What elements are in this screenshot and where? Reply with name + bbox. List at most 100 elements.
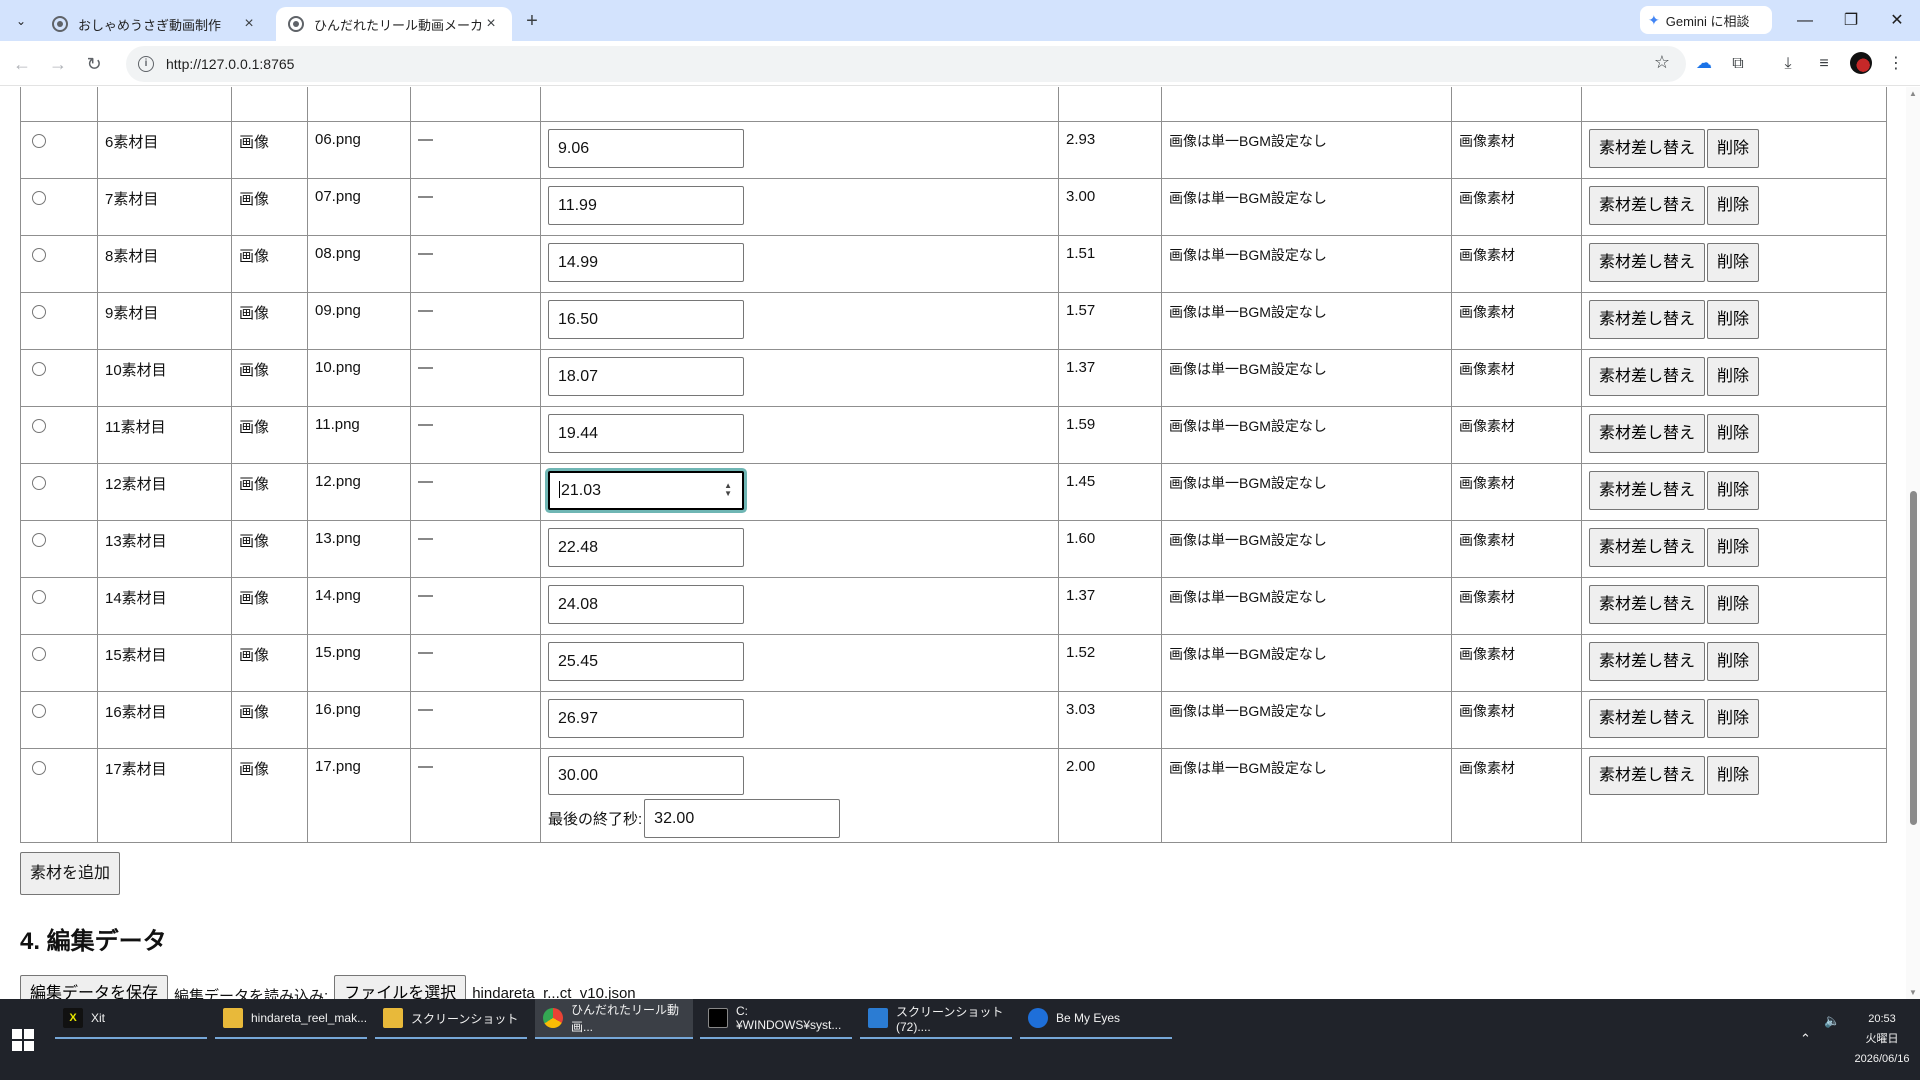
reload-icon[interactable]: ↻: [80, 50, 108, 78]
start-time-input[interactable]: [548, 129, 744, 168]
page-scrollbar[interactable]: ▲ ▼: [1906, 87, 1920, 999]
replace-material-button[interactable]: 素材差し替え: [1589, 243, 1706, 282]
taskbar-item-bemyeyes[interactable]: Be My Eyes: [1020, 999, 1172, 1039]
delete-button[interactable]: 削除: [1707, 642, 1760, 681]
forward-arrow-icon[interactable]: →: [44, 50, 72, 78]
delete-button[interactable]: 削除: [1707, 528, 1760, 567]
close-icon[interactable]: ×: [240, 15, 258, 33]
taskbar-item-snipping[interactable]: スクリーンショット (72)....: [860, 999, 1012, 1039]
windows-start-icon[interactable]: [12, 1029, 34, 1051]
start-time-input[interactable]: [548, 585, 744, 624]
minimize-button[interactable]: —: [1782, 8, 1828, 34]
replace-material-button[interactable]: 素材差し替え: [1589, 357, 1706, 396]
delete-button[interactable]: 削除: [1707, 471, 1760, 510]
replace-material-button[interactable]: 素材差し替え: [1589, 756, 1706, 795]
cloud-icon[interactable]: ☁: [1692, 52, 1716, 76]
profile-avatar[interactable]: [1850, 52, 1872, 74]
select-radio[interactable]: [32, 191, 46, 205]
start-time-input[interactable]: [548, 642, 744, 681]
load-edit-data-label: 編集データを読み込み:: [174, 988, 329, 999]
start-time-input[interactable]: [548, 756, 744, 795]
duration-value: 1.51: [1066, 245, 1096, 262]
select-radio[interactable]: [32, 533, 46, 547]
start-time-input[interactable]: [548, 186, 744, 225]
bgm-value: —: [418, 701, 433, 718]
material-type: 画像: [239, 476, 270, 493]
select-radio[interactable]: [32, 590, 46, 604]
add-material-button[interactable]: 素材を追加: [20, 852, 121, 895]
bookmark-star-icon[interactable]: ☆: [1654, 52, 1670, 73]
replace-material-button[interactable]: 素材差し替え: [1589, 414, 1706, 453]
new-tab-button[interactable]: +: [520, 9, 544, 33]
delete-button[interactable]: 削除: [1707, 699, 1760, 738]
start-time-input[interactable]: [548, 699, 744, 738]
clock[interactable]: 20:53 火曜日 2026/06/16: [1848, 1009, 1916, 1069]
close-icon[interactable]: ×: [482, 15, 500, 33]
select-radio[interactable]: [32, 704, 46, 718]
select-radio[interactable]: [32, 647, 46, 661]
final-end-input[interactable]: [644, 799, 841, 838]
start-time-input[interactable]: 21.03 ▲ ▼: [548, 471, 744, 510]
replace-material-button[interactable]: 素材差し替え: [1589, 642, 1706, 681]
download-icon[interactable]: ⤓: [1776, 52, 1800, 76]
extensions-icon[interactable]: ⧉: [1726, 52, 1750, 76]
replace-material-button[interactable]: 素材差し替え: [1589, 699, 1706, 738]
taskbar-item-folder-2[interactable]: スクリーンショット: [375, 999, 527, 1039]
start-time-input[interactable]: [548, 528, 744, 567]
scroll-down-icon[interactable]: ▼: [1909, 988, 1917, 997]
select-radio[interactable]: [32, 134, 46, 148]
replace-material-button[interactable]: 素材差し替え: [1589, 585, 1706, 624]
material-name: 11素材目: [105, 419, 166, 436]
speaker-icon[interactable]: 🔈: [1824, 1013, 1840, 1029]
select-radio[interactable]: [32, 362, 46, 376]
back-arrow-icon[interactable]: ←: [8, 50, 36, 78]
taskbar-item-cmd[interactable]: C:¥WINDOWS¥syst...: [700, 999, 852, 1039]
scrollbar-thumb[interactable]: [1910, 491, 1917, 825]
address-bar[interactable]: i http://127.0.0.1:8765 ☆: [126, 46, 1686, 82]
start-time-input[interactable]: [548, 243, 744, 282]
media-queue-icon[interactable]: ≡: [1812, 52, 1836, 76]
start-time-input[interactable]: [548, 357, 744, 396]
delete-button[interactable]: 削除: [1707, 414, 1760, 453]
duration-value: 1.45: [1066, 473, 1096, 490]
material-name: 15素材目: [105, 647, 167, 664]
gemini-button[interactable]: ✦ Gemini に相談: [1640, 6, 1772, 34]
select-radio[interactable]: [32, 305, 46, 319]
window-close-button[interactable]: ✕: [1874, 8, 1920, 34]
more-menu-icon[interactable]: ⋮: [1884, 52, 1908, 76]
delete-button[interactable]: 削除: [1707, 129, 1760, 168]
select-radio[interactable]: [32, 476, 46, 490]
select-radio[interactable]: [32, 248, 46, 262]
start-time-input[interactable]: [548, 414, 744, 453]
scroll-up-icon[interactable]: ▲: [1909, 89, 1917, 98]
browser-tab-2[interactable]: ひんだれたリール動画メーカー v11 sa ×: [276, 7, 512, 41]
browser-tab-1[interactable]: おしゃめうさぎ動画制作 ×: [40, 7, 270, 41]
site-info-icon[interactable]: i: [138, 56, 154, 72]
spinner-icon[interactable]: ▲ ▼: [724, 482, 732, 498]
replace-material-button[interactable]: 素材差し替え: [1589, 186, 1706, 225]
delete-button[interactable]: 削除: [1707, 585, 1760, 624]
select-radio[interactable]: [32, 761, 46, 775]
select-radio[interactable]: [32, 419, 46, 433]
bgm-note: 画像は単一BGM設定なし: [1169, 646, 1327, 662]
taskbar-item-xit[interactable]: X Xit: [55, 999, 207, 1039]
chevron-up-icon[interactable]: ⌃: [1800, 1031, 1811, 1047]
start-time-input[interactable]: [548, 300, 744, 339]
taskbar-item-folder-1[interactable]: hindareta_reel_mak...: [215, 999, 367, 1039]
delete-button[interactable]: 削除: [1707, 357, 1760, 396]
replace-material-button[interactable]: 素材差し替え: [1589, 300, 1706, 339]
delete-button[interactable]: 削除: [1707, 186, 1760, 225]
replace-material-button[interactable]: 素材差し替え: [1589, 471, 1706, 510]
delete-button[interactable]: 削除: [1707, 756, 1760, 795]
tab-search-icon[interactable]: ⌄: [8, 8, 34, 34]
replace-material-button[interactable]: 素材差し替え: [1589, 129, 1706, 168]
restore-button[interactable]: ❐: [1828, 8, 1874, 34]
delete-button[interactable]: 削除: [1707, 300, 1760, 339]
bgm-note: 画像は単一BGM設定なし: [1169, 475, 1327, 491]
choose-file-button[interactable]: ファイルを選択: [334, 975, 467, 999]
delete-button[interactable]: 削除: [1707, 243, 1760, 282]
save-edit-data-button[interactable]: 編集データを保存: [20, 975, 169, 999]
duration-value: 3.00: [1066, 188, 1096, 205]
replace-material-button[interactable]: 素材差し替え: [1589, 528, 1706, 567]
taskbar-item-chrome[interactable]: ひんだれたリール動画...: [535, 999, 693, 1039]
